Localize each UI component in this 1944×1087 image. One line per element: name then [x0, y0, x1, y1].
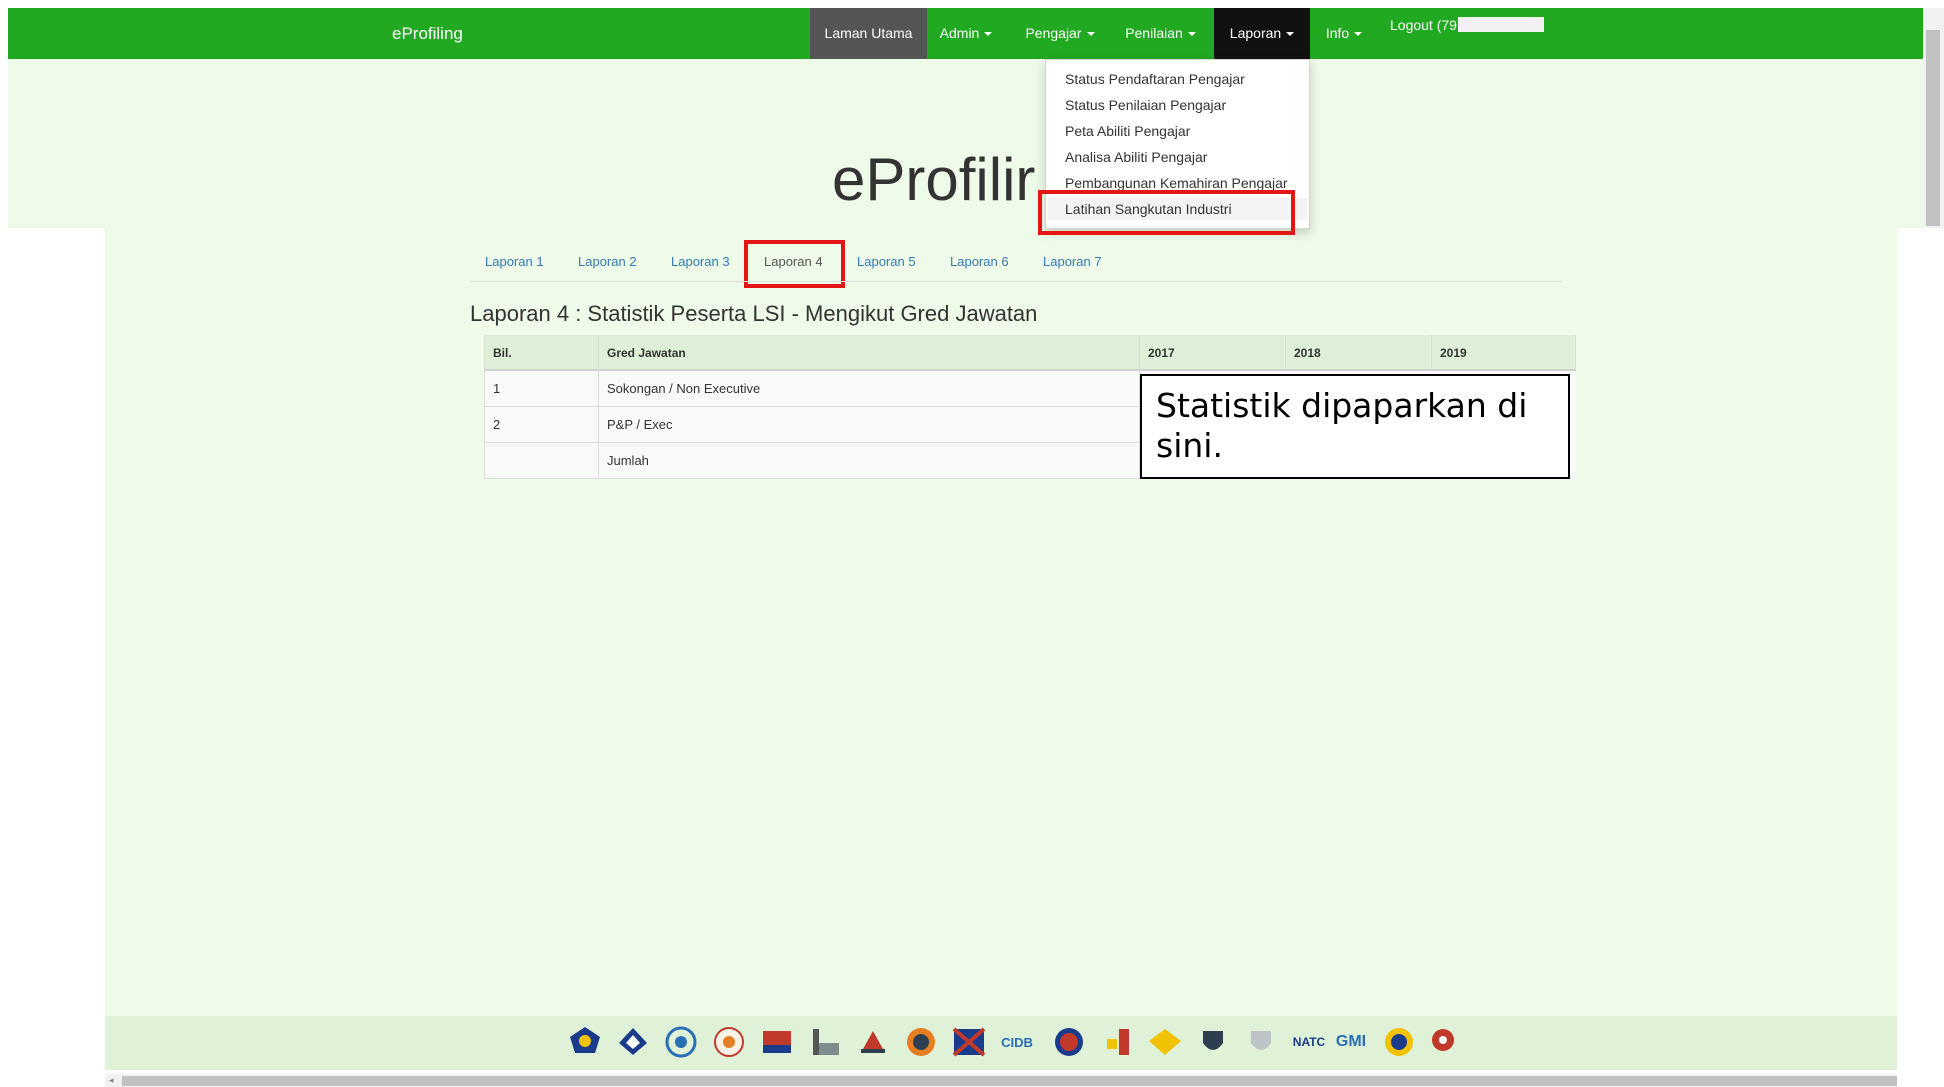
vertical-scrollbar-thumb[interactable]	[1926, 30, 1940, 226]
caret-down-icon	[1086, 32, 1095, 37]
factory-logo-icon	[805, 1024, 845, 1060]
mara-logo-icon	[853, 1024, 893, 1060]
ustmal-logo-icon	[757, 1024, 797, 1060]
nav-penilaian-dropdown[interactable]: Penilaian	[1117, 8, 1204, 59]
natc-logo-text: NATC	[1292, 1035, 1326, 1049]
ciast-logo-icon	[565, 1024, 605, 1060]
caret-down-icon	[984, 32, 993, 37]
gmi-logo-text: GMI	[1335, 1033, 1367, 1050]
cell-bil: 2	[484, 407, 599, 443]
flag-logo-icon	[949, 1024, 989, 1060]
gmi-logo-icon: GMI	[1331, 1024, 1371, 1060]
nav-pengajar-dropdown[interactable]: Pengajar	[1016, 8, 1104, 59]
menu-highlight-box	[1038, 190, 1295, 235]
caret-down-icon	[1187, 32, 1196, 37]
cell-gred-jawatan: Jumlah	[599, 443, 1140, 479]
cidb-logo-icon: CIDB	[997, 1024, 1037, 1060]
report-title: Laporan 4 : Statistik Peserta LSI - Meng…	[470, 301, 1038, 326]
nav-label: Pengajar	[1025, 25, 1082, 41]
header-bil: Bil.	[484, 335, 599, 371]
cell-gred-jawatan: P&P / Exec	[599, 407, 1140, 443]
annotation-text: Statistik dipaparkan di sini.	[1156, 386, 1528, 465]
cidb-logo-text: CIDB	[1001, 1034, 1033, 1050]
emblem-logo-icon	[1379, 1024, 1419, 1060]
nav-label: Info	[1325, 25, 1350, 41]
eagle-logo-icon	[1145, 1024, 1185, 1060]
caret-down-icon	[1286, 32, 1295, 37]
nav-label: Admin	[939, 25, 980, 41]
tab-divider	[470, 281, 1562, 282]
tab-laporan-3[interactable]: Laporan 3	[671, 251, 730, 273]
tab-laporan-2[interactable]: Laporan 2	[578, 251, 637, 273]
menu-item-status-pendaftaran[interactable]: Status Pendaftaran Pengajar	[1065, 68, 1245, 90]
nav-admin-dropdown[interactable]: Admin	[931, 8, 1001, 59]
nav-label: Penilaian	[1125, 25, 1183, 41]
tab-laporan-6[interactable]: Laporan 6	[950, 251, 1009, 273]
cell-gred-jawatan: Sokongan / Non Executive	[599, 371, 1140, 407]
header-2017: 2017	[1140, 335, 1286, 371]
caret-down-icon	[1354, 32, 1363, 37]
circle-logo-icon	[901, 1024, 941, 1060]
menu-item-analisa-abiliti[interactable]: Analisa Abiliti Pengajar	[1065, 146, 1207, 168]
seal-logo-icon	[709, 1024, 749, 1060]
crest-grey-logo-icon	[1241, 1024, 1281, 1060]
natc-logo-icon: NATC	[1289, 1024, 1329, 1060]
red-circle-logo-icon	[1049, 1024, 1089, 1060]
cell-bil: 1	[484, 371, 599, 407]
jpk-logo-icon	[613, 1024, 653, 1060]
header-2019: 2019	[1432, 335, 1576, 371]
tab-laporan-1[interactable]: Laporan 1	[485, 251, 544, 273]
header-2018: 2018	[1286, 335, 1432, 371]
jtm-logo-icon	[661, 1024, 701, 1060]
menu-item-peta-abiliti[interactable]: Peta Abiliti Pengajar	[1065, 120, 1190, 142]
tab-laporan-5[interactable]: Laporan 5	[857, 251, 916, 273]
header-gred-jawatan: Gred Jawatan	[599, 335, 1140, 371]
nav-label: Laporan	[1229, 25, 1282, 41]
redacted-username	[1457, 17, 1544, 32]
menu-item-status-penilaian[interactable]: Status Penilaian Pengajar	[1065, 94, 1226, 116]
nav-laman-utama[interactable]: Laman Utama	[810, 8, 927, 59]
logout-link[interactable]: Logout (79	[1390, 14, 1544, 36]
medal-logo-icon	[1097, 1024, 1137, 1060]
tab-laporan-7[interactable]: Laporan 7	[1043, 251, 1102, 273]
nav-laporan-dropdown[interactable]: Laporan	[1214, 8, 1310, 59]
scroll-left-arrow-icon[interactable]: ◂	[109, 1074, 119, 1087]
gear-logo-icon	[1423, 1024, 1463, 1060]
nav-label: Laman Utama	[824, 25, 913, 41]
table-header-row: Bil. Gred Jawatan 2017 2018 2019	[484, 335, 1576, 371]
nav-info-dropdown[interactable]: Info	[1317, 8, 1371, 59]
page-heading: eProfilir	[832, 146, 1036, 213]
cell-bil	[484, 443, 599, 479]
crest-logo-icon	[1193, 1024, 1233, 1060]
annotation-callout: Statistik dipaparkan di sini.	[1140, 374, 1570, 479]
horizontal-scrollbar-thumb[interactable]	[122, 1076, 1897, 1086]
brand-link[interactable]: eProfiling	[392, 8, 463, 59]
logout-label: Logout (79	[1390, 17, 1457, 33]
